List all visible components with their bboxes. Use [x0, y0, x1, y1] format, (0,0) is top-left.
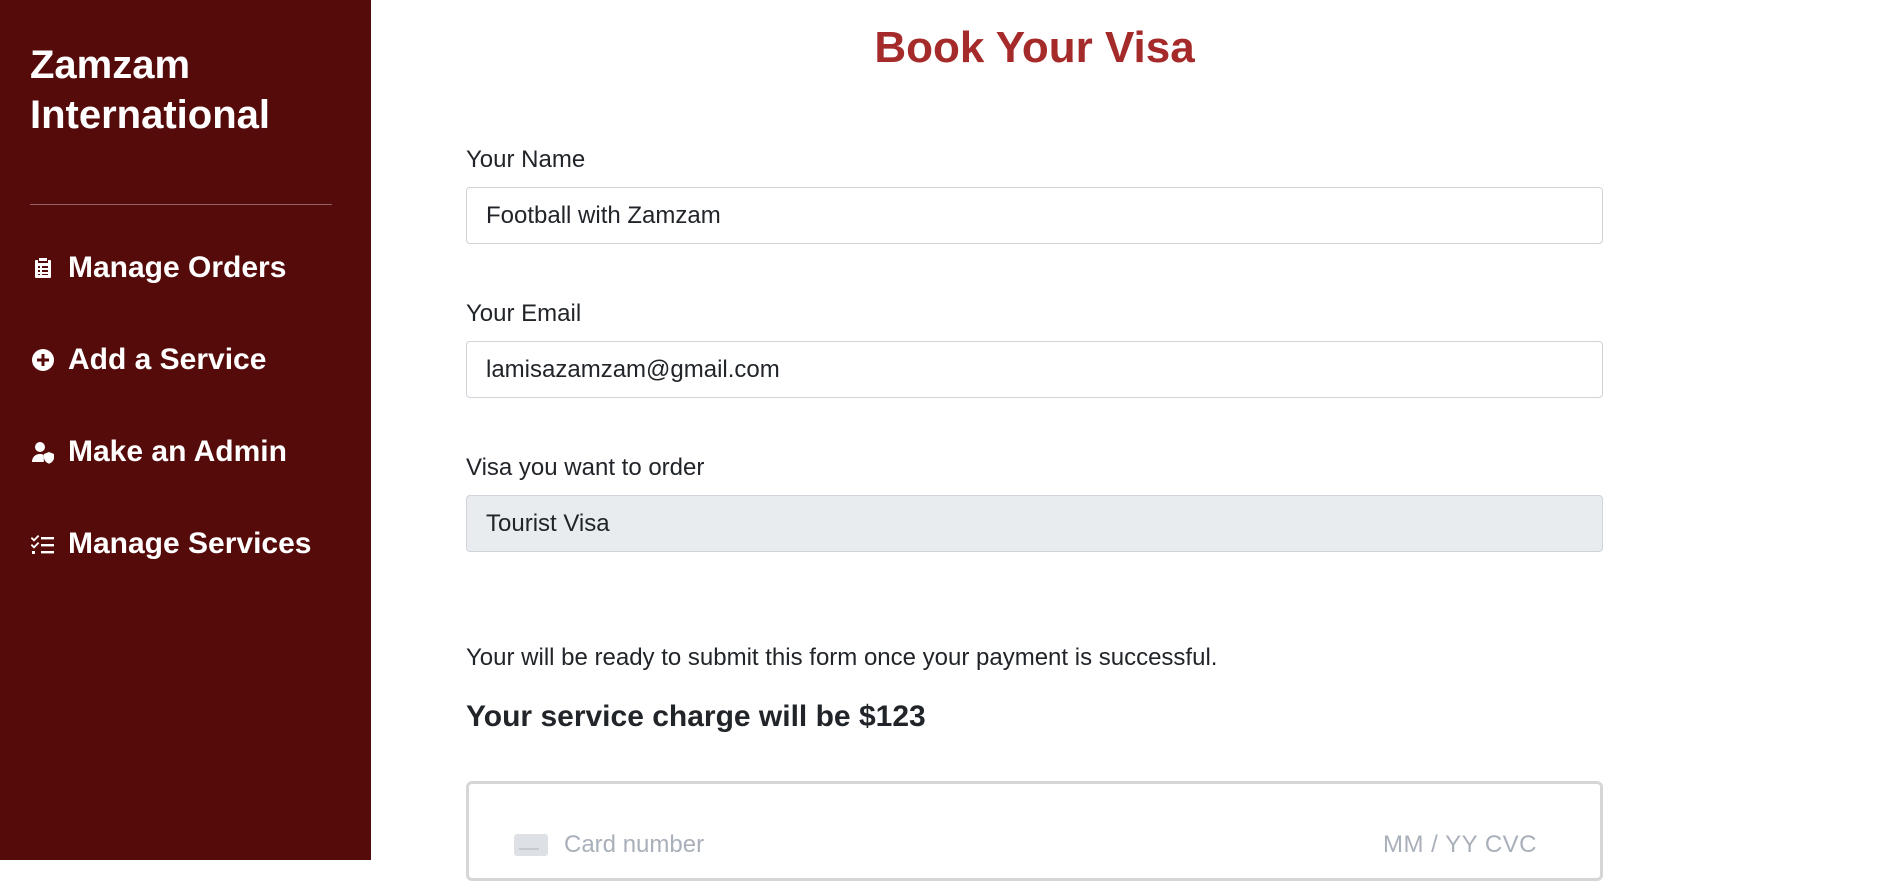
sidebar-item-label: Manage Orders	[68, 251, 287, 284]
card-number-placeholder[interactable]: Card number	[564, 830, 704, 860]
brand-line-1: Zamzam	[30, 43, 191, 87]
main-content: Book Your Visa Your Name Your Email Visa…	[371, 0, 1882, 881]
plus-circle-icon	[30, 347, 56, 373]
credit-card-icon	[514, 834, 548, 856]
sidebar-item-label: Manage Services	[68, 527, 312, 560]
card-payment-field[interactable]: Card number MM / YY CVC	[466, 781, 1603, 881]
sidebar-nav: Manage Orders Add a Service Make an Admi…	[30, 248, 341, 564]
user-shield-icon	[30, 439, 56, 465]
sidebar-item-label: Add a Service	[68, 343, 267, 376]
brand-line-2: International	[30, 93, 271, 137]
sidebar-item-manage-orders[interactable]: Manage Orders	[30, 248, 341, 288]
service-charge: Your service charge will be $123	[466, 700, 926, 733]
clipboard-list-icon	[30, 255, 56, 281]
tasks-list-icon	[30, 531, 56, 557]
page-title: Book Your Visa	[874, 23, 1195, 72]
sidebar-divider	[30, 204, 332, 205]
sidebar-item-make-admin[interactable]: Make an Admin	[30, 432, 341, 472]
visa-booking-form: Your Name Your Email Visa you want to or…	[466, 145, 1603, 607]
name-label: Your Name	[466, 146, 586, 173]
brand-logo[interactable]: Zamzam International	[30, 0, 341, 140]
sidebar-item-add-service[interactable]: Add a Service	[30, 340, 341, 380]
visa-type-label: Visa you want to order	[466, 454, 705, 481]
email-field[interactable]	[466, 341, 1603, 398]
sidebar-item-label: Make an Admin	[68, 435, 287, 468]
sidebar: Zamzam International Manage Orders Add a…	[0, 0, 371, 860]
name-field[interactable]	[466, 187, 1603, 244]
sidebar-item-manage-services[interactable]: Manage Services	[30, 524, 341, 564]
payment-note: Your will be ready to submit this form o…	[466, 644, 1218, 671]
card-expiry-cvc-placeholder[interactable]: MM / YY CVC	[1383, 830, 1537, 860]
visa-type-field[interactable]	[466, 495, 1603, 552]
email-label: Your Email	[466, 300, 582, 327]
